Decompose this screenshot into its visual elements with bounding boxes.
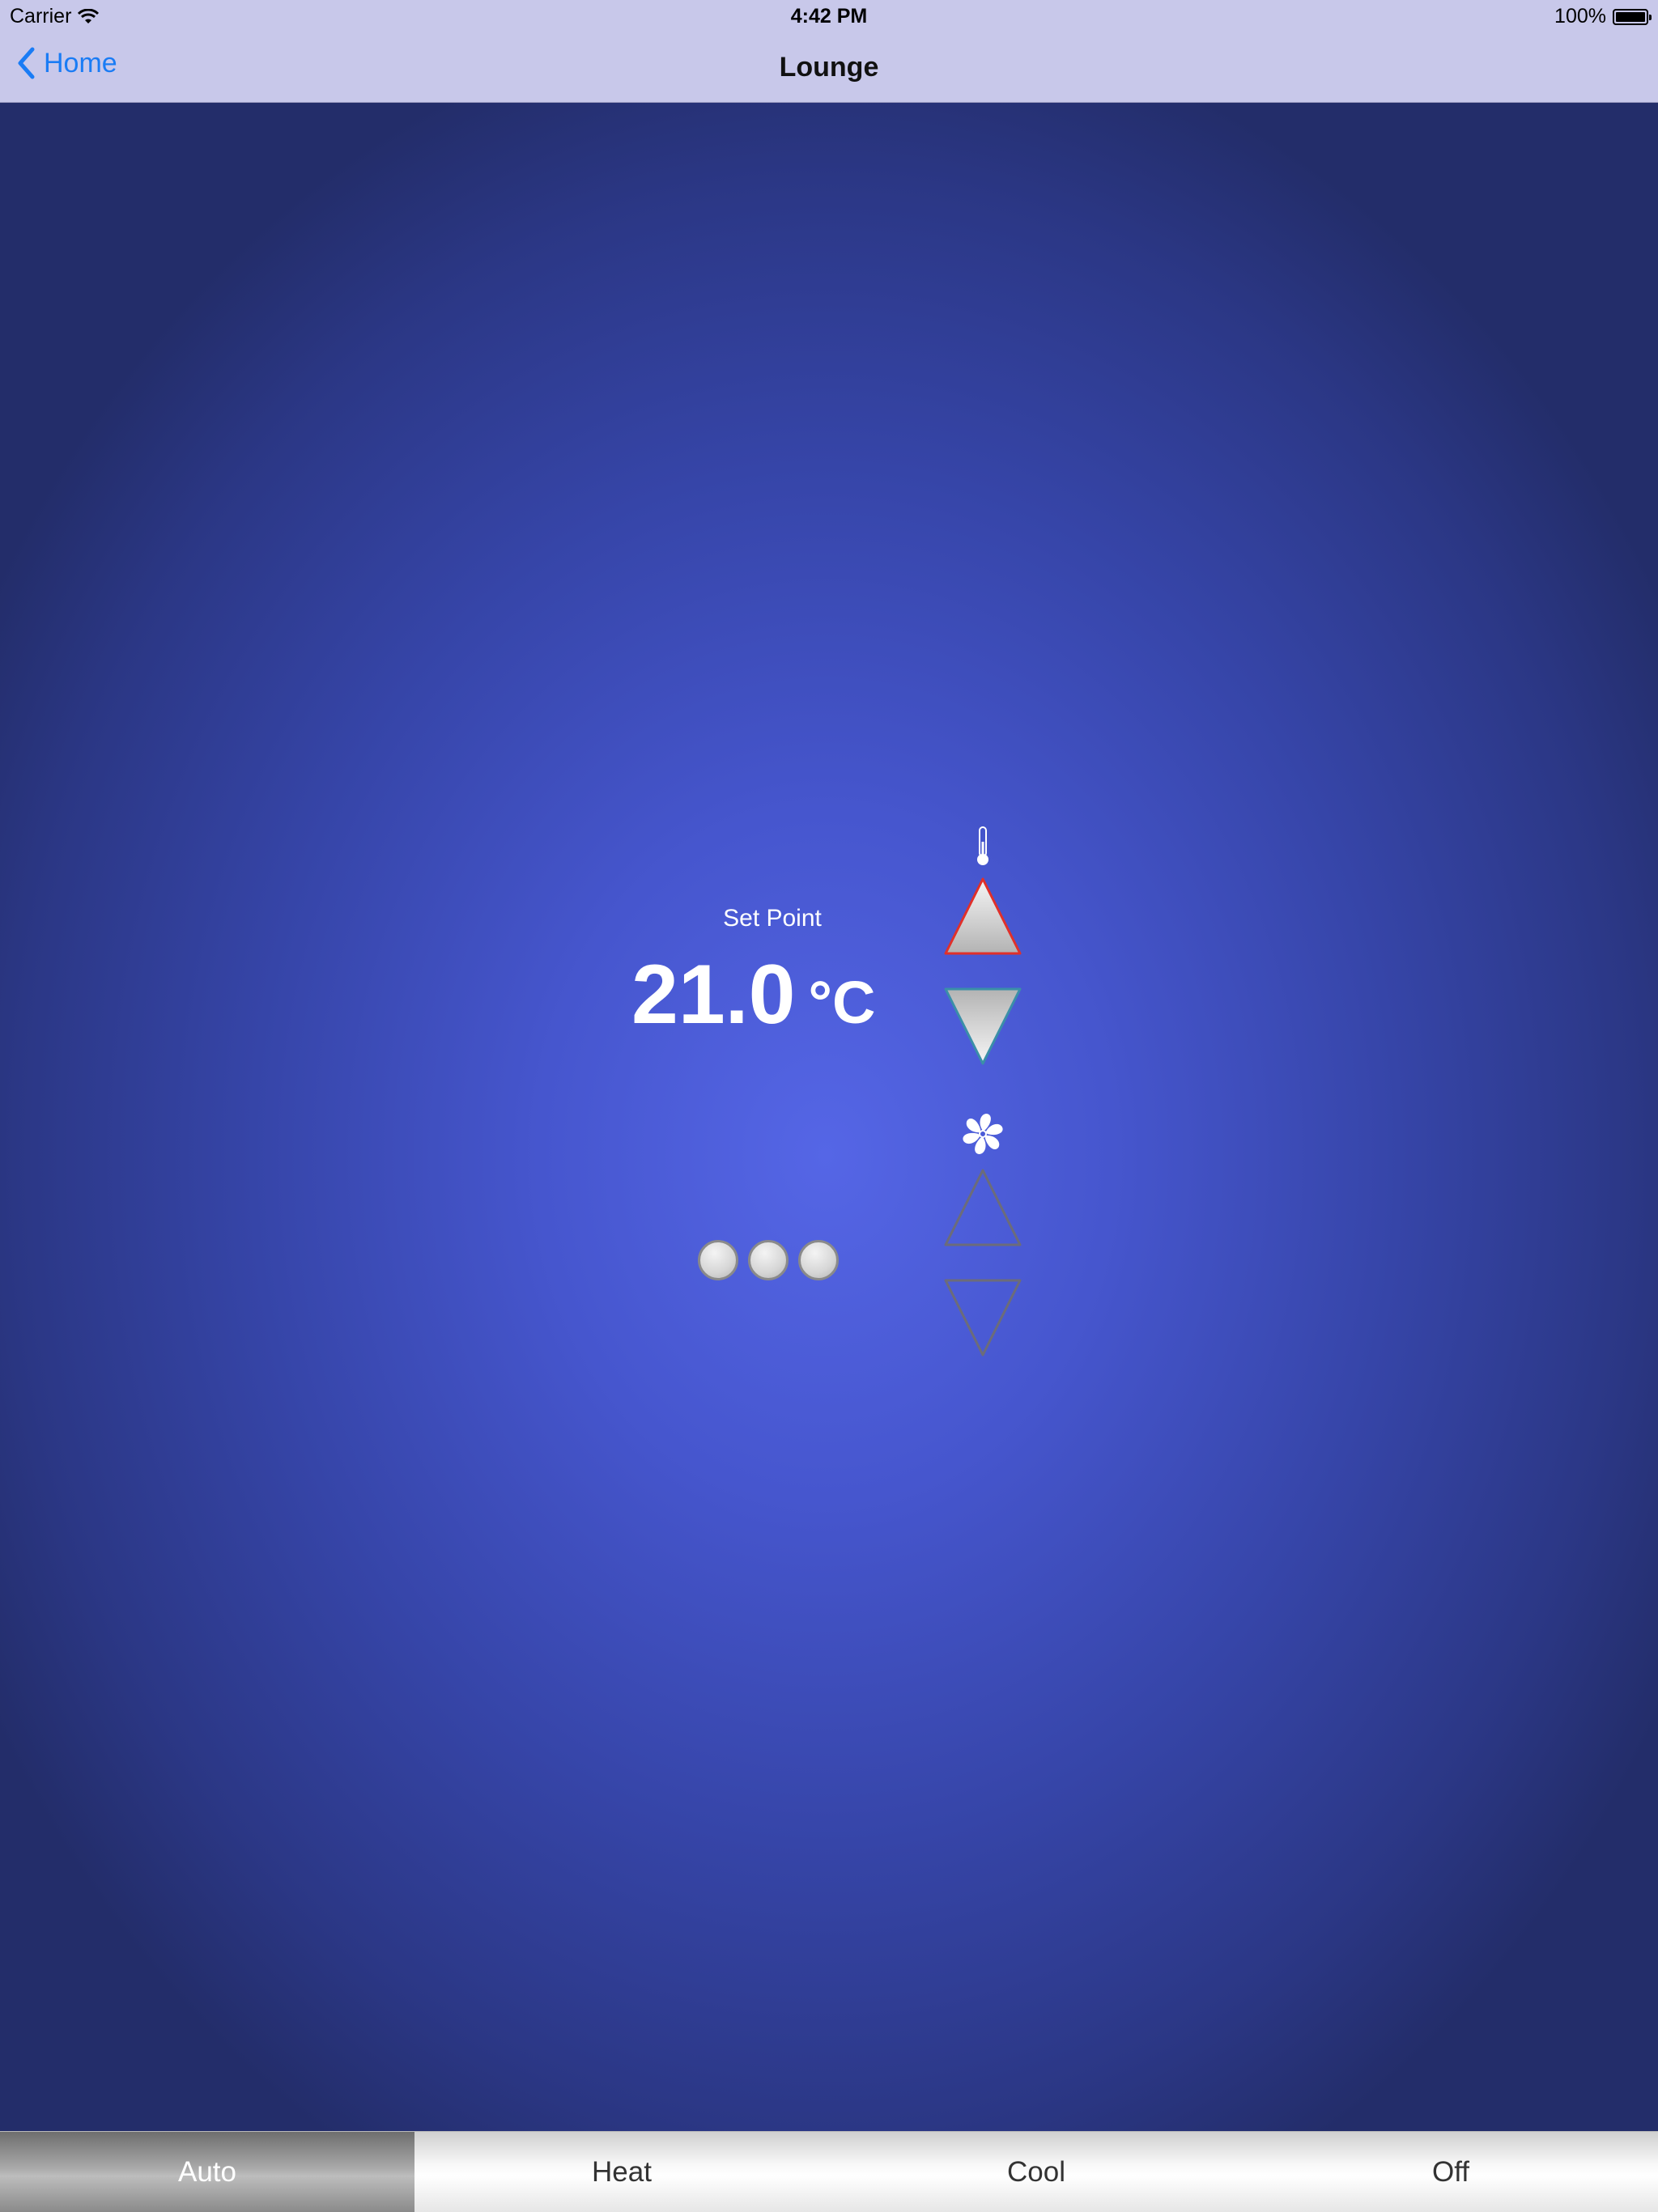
fan-icon [961, 1114, 1005, 1154]
setpoint-label: Set Point [723, 905, 822, 932]
battery-percentage: 100% [1554, 5, 1606, 28]
mode-tab-bar: Auto Heat Cool Off [0, 2131, 1658, 2212]
fan-speed-indicator [698, 1240, 839, 1280]
navigation-bar: Home Lounge [0, 32, 1658, 103]
battery-group: 100% [1554, 5, 1652, 28]
fan-speed-dot-1[interactable] [698, 1240, 738, 1280]
temperature-down-button[interactable] [942, 986, 1023, 1067]
thermometer-icon [977, 826, 988, 865]
page-title: Lounge [779, 52, 879, 83]
tab-heat[interactable]: Heat [414, 2132, 829, 2212]
setpoint-value: 21.0 [631, 948, 796, 1042]
tab-cool[interactable]: Cool [829, 2132, 1244, 2212]
battery-icon [1613, 8, 1652, 25]
status-bar: Carrier 4:42 PM 100% [0, 0, 1658, 32]
setpoint-display: 21.0 °C [631, 947, 875, 1043]
status-time: 4:42 PM [790, 5, 868, 28]
fan-speed-dot-2[interactable] [748, 1240, 789, 1280]
tab-off[interactable]: Off [1244, 2132, 1658, 2212]
temperature-up-button[interactable] [942, 876, 1023, 957]
tab-auto[interactable]: Auto [0, 2132, 414, 2212]
fan-speed-up-button[interactable] [942, 1167, 1023, 1248]
fan-speed-down-button[interactable] [942, 1277, 1023, 1358]
fan-speed-dot-3[interactable] [798, 1240, 839, 1280]
setpoint-unit: °C [808, 969, 876, 1036]
thermostat-panel [0, 103, 1658, 2131]
